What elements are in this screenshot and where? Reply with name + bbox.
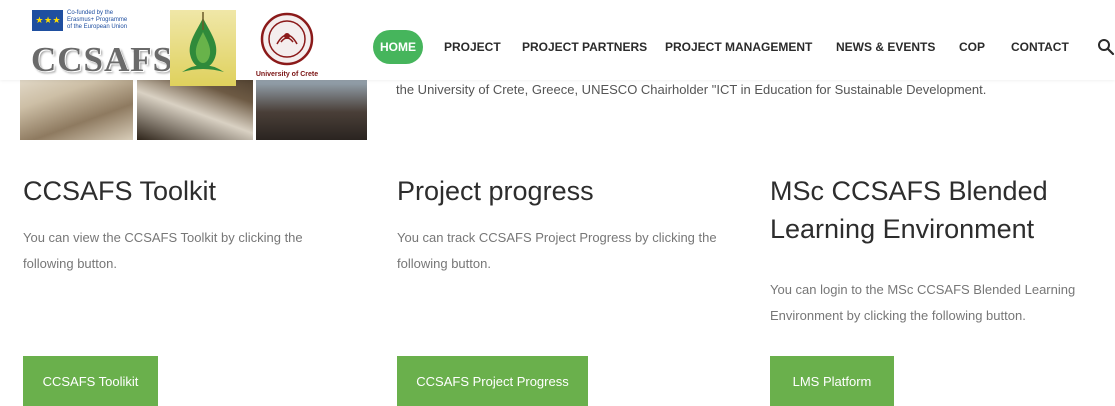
toolkit-title: CCSAFS Toolkit [23,176,217,206]
toolkit-section: CCSAFS Toolkit You can view the CCSAFS T… [23,172,343,277]
intro-text: the University of Crete, Greece, UNESCO … [396,82,987,97]
leaf-drop-icon [182,12,224,72]
progress-section: Project progress You can track CCSAFS Pr… [397,172,737,277]
nav-home[interactable]: HOME [373,30,423,64]
nav-news-events[interactable]: NEWS & EVENTS [836,30,935,64]
lms-title: MSc CCSAFS Blended Learning Environment [770,176,1048,244]
progress-title: Project progress [397,176,594,206]
nav-project-partners[interactable]: PROJECT PARTNERS [522,30,647,64]
nav-project-management[interactable]: PROJECT MANAGEMENT [665,30,812,64]
nav-contact[interactable]: CONTACT [1011,30,1069,64]
uoc-label: University of Crete [255,71,319,78]
eu-erasmus-logo: ★ ★ ★ Co-funded by the Erasmus+ Programm… [32,10,127,31]
lms-section: MSc CCSAFS Blended Learning Environment … [770,172,1100,329]
eu-flag-icon: ★ ★ ★ [32,10,63,31]
progress-description: You can track CCSAFS Project Progress by… [397,230,717,271]
eu-logo-text: Co-funded by the Erasmus+ Programme of t… [67,10,128,30]
lms-description: You can login to the MSc CCSAFS Blended … [770,282,1076,323]
ccsafs-brand-logo[interactable]: CCSAFS [31,40,173,80]
toolkit-description: You can view the CCSAFS Toolkit by click… [23,230,303,271]
crete-seal-icon [260,12,314,66]
university-of-crete-logo: University of Crete [255,12,319,78]
site-header: ★ ★ ★ Co-funded by the Erasmus+ Programm… [0,0,1115,86]
search-icon[interactable] [1097,38,1115,56]
nav-cop[interactable]: COP [959,30,985,64]
nav-project[interactable]: PROJECT [444,30,501,64]
leaf-drop-logo [170,10,236,86]
